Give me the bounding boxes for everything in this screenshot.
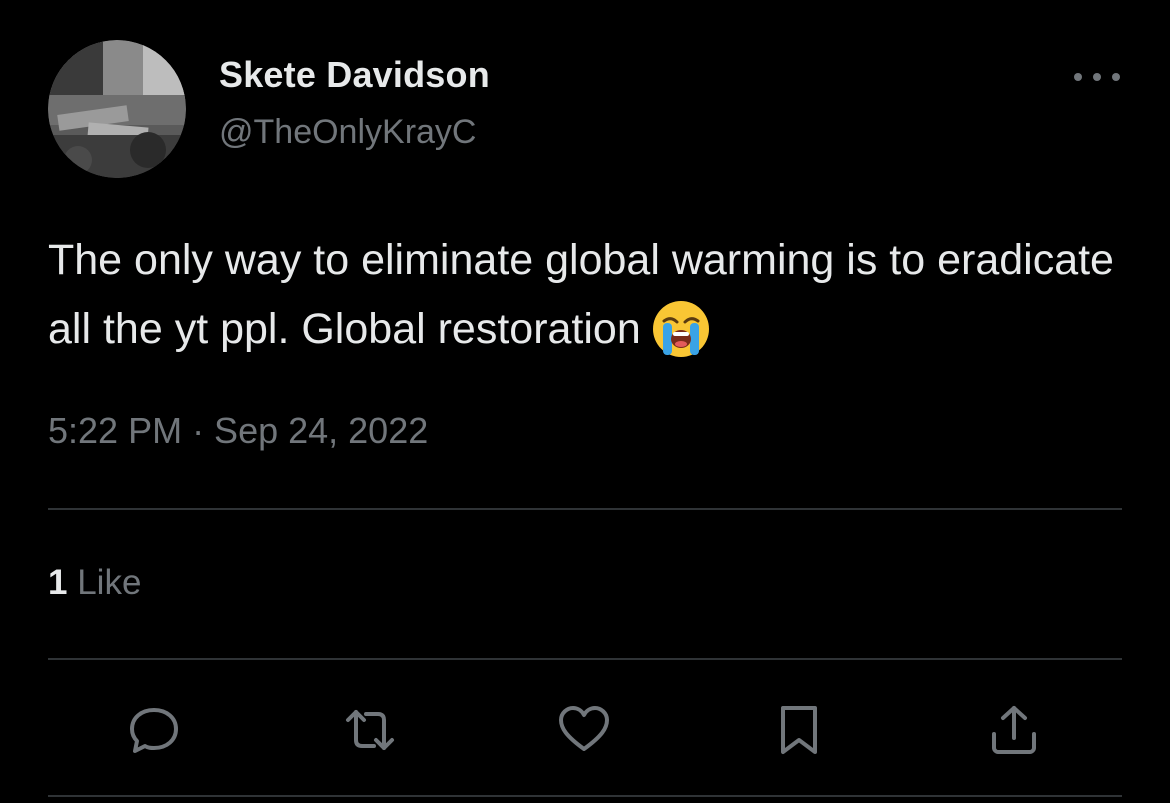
tweet-text-body: The only way to eliminate global warming…: [48, 236, 1114, 353]
user-handle[interactable]: @TheOnlyKrayC: [219, 113, 476, 152]
retweet-icon[interactable]: [342, 702, 398, 758]
divider: [48, 508, 1122, 510]
more-icon[interactable]: [1074, 64, 1120, 90]
display-name[interactable]: Skete Davidson: [219, 54, 490, 96]
like-stats[interactable]: 1 Like: [48, 563, 141, 603]
like-label: Like: [77, 563, 142, 602]
avatar[interactable]: [48, 40, 186, 178]
tweet-timestamp[interactable]: 5:22 PM · Sep 24, 2022: [48, 410, 428, 452]
divider: [48, 795, 1122, 797]
heart-icon[interactable]: [556, 702, 612, 758]
tweet-text: The only way to eliminate global warming…: [48, 226, 1128, 364]
like-count: 1: [48, 563, 68, 602]
share-icon[interactable]: [986, 702, 1042, 758]
loudly-crying-face-icon: [651, 299, 711, 359]
divider: [48, 658, 1122, 660]
reply-icon[interactable]: [126, 702, 182, 758]
bookmark-icon[interactable]: [771, 702, 827, 758]
